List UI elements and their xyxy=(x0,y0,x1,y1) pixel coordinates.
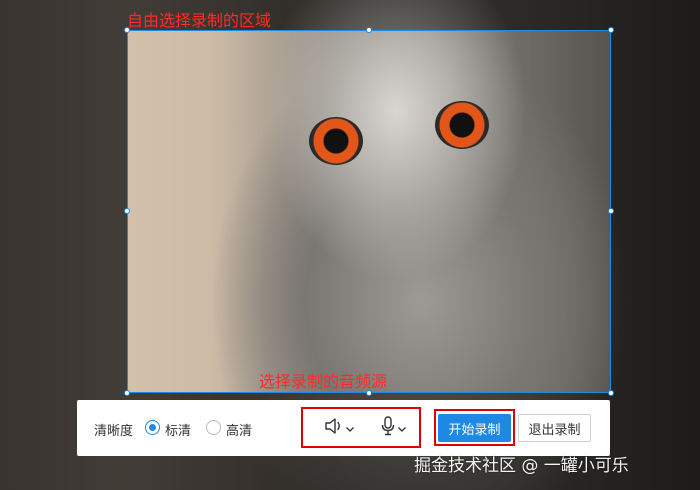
annotation-free-select-area: 自由选择录制的区域 xyxy=(127,11,272,30)
watermark-text: 掘金技术社区 @ 一罐小可乐 xyxy=(414,456,629,476)
speaker-source-dropdown[interactable] xyxy=(323,416,355,440)
quality-option-standard-label[interactable]: 标清 xyxy=(165,420,191,439)
quality-radio-standard[interactable] xyxy=(145,420,160,435)
selected-photo-region xyxy=(128,31,610,392)
resize-handle-middle-right[interactable] xyxy=(608,208,614,214)
speaker-icon xyxy=(323,416,345,440)
resize-handle-bottom-left[interactable] xyxy=(124,390,130,396)
exit-recording-button[interactable]: 退出录制 xyxy=(518,414,591,442)
chevron-down-icon xyxy=(345,419,355,438)
recording-toolbar: 清晰度 标清 高清 开始录制 退出录制 xyxy=(77,400,610,456)
chevron-down-icon xyxy=(397,419,407,438)
start-recording-button[interactable]: 开始录制 xyxy=(438,414,511,442)
resize-handle-top-right[interactable] xyxy=(608,27,614,33)
resize-handle-top-center[interactable] xyxy=(366,27,372,33)
annotation-select-audio-source: 选择录制的音频源 xyxy=(259,372,388,391)
quality-option-high-label[interactable]: 高清 xyxy=(226,420,252,439)
quality-label: 清晰度 xyxy=(94,424,134,439)
owl-right-eye xyxy=(435,101,489,149)
resize-handle-bottom-right[interactable] xyxy=(608,390,614,396)
resize-handle-middle-left[interactable] xyxy=(124,208,130,214)
quality-radio-high[interactable] xyxy=(206,420,221,435)
microphone-source-dropdown[interactable] xyxy=(379,416,407,440)
microphone-icon xyxy=(379,415,397,441)
owl-left-eye xyxy=(309,117,363,165)
recording-selection-area[interactable] xyxy=(127,30,611,393)
